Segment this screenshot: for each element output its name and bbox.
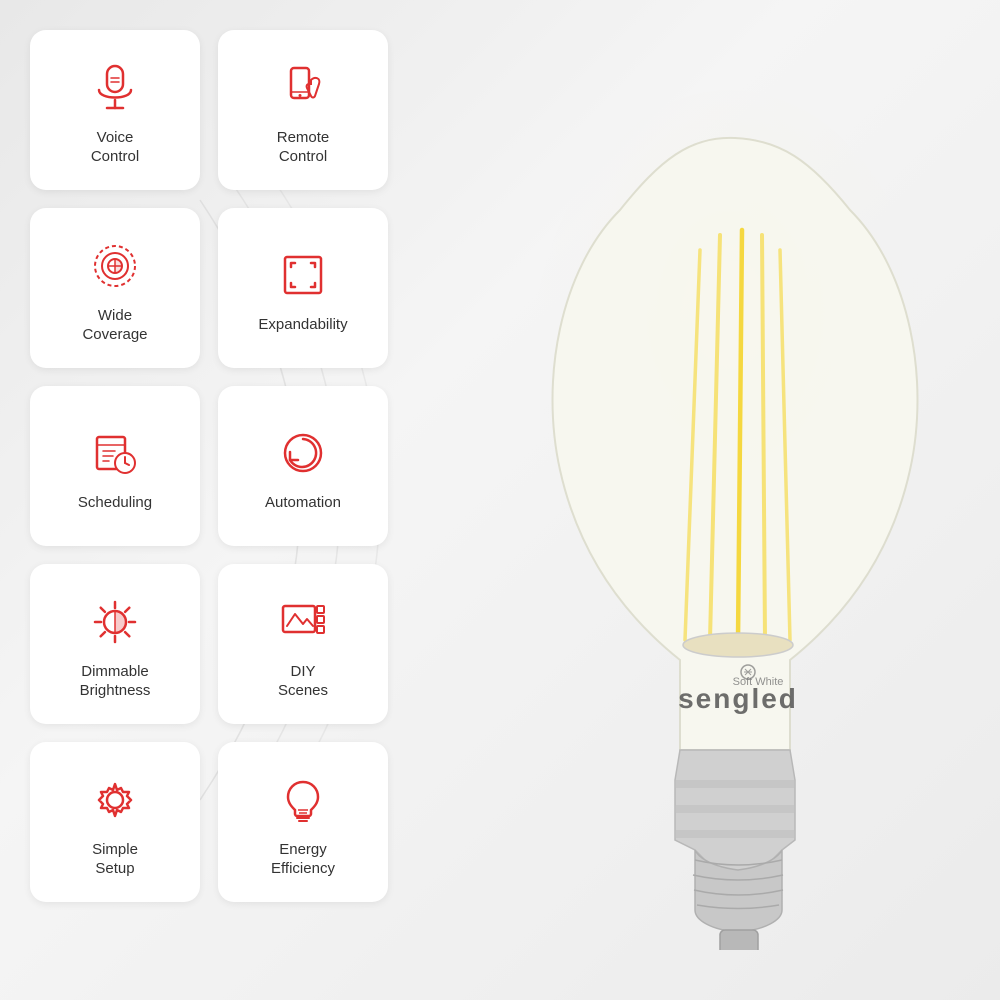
feature-card-automation: Automation [218,386,388,546]
feature-label-expandability: Expandability [258,315,347,335]
image-grid-icon [273,592,333,652]
feature-card-expandability: Expandability [218,208,388,368]
feature-label-dimmable-brightness: DimmableBrightness [80,662,151,701]
feature-label-automation: Automation [265,493,341,513]
feature-card-wide-coverage: WideCoverage [30,208,200,368]
refresh-circle-icon [273,423,333,483]
feature-card-scheduling: Scheduling [30,386,200,546]
feature-card-simple-setup: SimpleSetup [30,742,200,902]
svg-text:Soft White: Soft White [733,676,784,688]
feature-card-voice-control: VoiceControl [30,30,200,190]
feature-label-scheduling: Scheduling [78,493,152,513]
phone-touch-icon [273,58,333,118]
wifi-signal-icon [85,236,145,296]
feature-card-energy-efficiency: EnergyEfficiency [218,742,388,902]
gear-icon [85,770,145,830]
feature-label-voice-control: VoiceControl [91,128,139,167]
calendar-clock-icon [85,423,145,483]
feature-card-remote-control: RemoteControl [218,30,388,190]
feature-card-dimmable-brightness: DimmableBrightness [30,564,200,724]
feature-label-wide-coverage: WideCoverage [82,306,147,345]
sun-half-icon [85,592,145,652]
feature-label-energy-efficiency: EnergyEfficiency [271,840,335,879]
expand-arrows-icon [273,245,333,305]
lightbulb-icon [273,770,333,830]
microphone-icon [85,58,145,118]
bulb-illustration: sengled Soft White [500,50,1000,950]
feature-card-diy-scenes: DIYScenes [218,564,388,724]
features-grid: VoiceControl RemoteControl [30,30,388,902]
feature-label-remote-control: RemoteControl [277,128,330,167]
feature-label-simple-setup: SimpleSetup [92,840,138,879]
feature-label-diy-scenes: DIYScenes [278,662,328,701]
